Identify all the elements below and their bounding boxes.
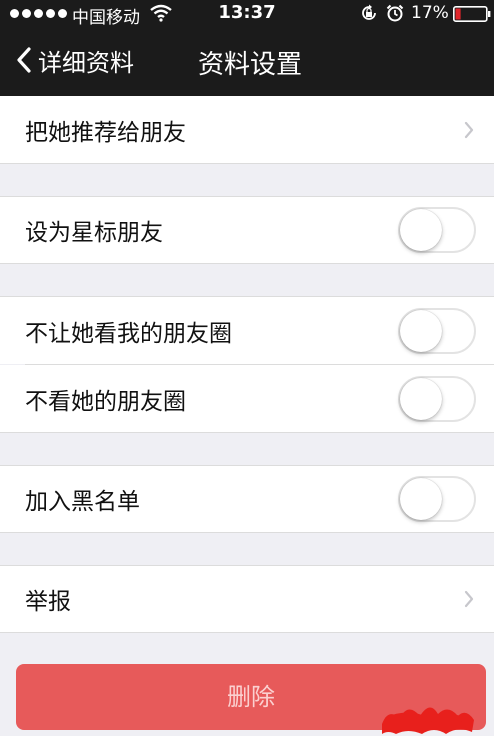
redaction-scribble <box>382 707 474 734</box>
hide-my-moments-toggle[interactable] <box>398 307 476 354</box>
nav-bar: 详细资料 资料设置 <box>0 28 494 96</box>
blacklist-row: 加入黑名单 <box>0 465 494 533</box>
blacklist-label: 加入黑名单 <box>25 489 140 515</box>
toggle-knob <box>400 478 442 520</box>
orientation-lock-icon <box>362 4 376 20</box>
report-row[interactable]: 举报 <box>0 565 494 633</box>
chevron-right-icon <box>464 121 474 138</box>
recommend-friend-row[interactable]: 把她推荐给朋友 <box>0 96 494 164</box>
recommend-friend-label: 把她推荐给朋友 <box>25 119 186 146</box>
star-friend-toggle[interactable] <box>398 207 476 253</box>
chevron-right-icon <box>464 590 474 608</box>
toggle-knob <box>400 209 442 251</box>
hide-her-moments-row: 不看她的朋友圈 <box>0 365 494 433</box>
header: 中国移动 13:37 17% 详细资料 资料设置 <box>0 0 494 96</box>
status-bar: 中国移动 13:37 17% <box>0 0 494 28</box>
battery-percent: 17% <box>411 3 449 23</box>
star-friend-label: 设为星标朋友 <box>25 220 163 246</box>
toggle-knob <box>400 377 442 420</box>
star-friend-row: 设为星标朋友 <box>0 196 494 264</box>
hide-my-moments-row: 不让她看我的朋友圈 <box>0 296 494 364</box>
toggle-knob <box>400 309 442 352</box>
page-title: 资料设置 <box>197 50 302 80</box>
report-label: 举报 <box>25 589 71 615</box>
hide-her-moments-toggle[interactable] <box>398 375 476 422</box>
blacklist-toggle[interactable] <box>398 476 476 522</box>
hide-her-moments-label: 不看她的朋友圈 <box>25 388 186 415</box>
alarm-icon <box>386 4 404 22</box>
hide-my-moments-label: 不让她看我的朋友圈 <box>25 320 232 347</box>
battery-icon <box>453 6 491 22</box>
